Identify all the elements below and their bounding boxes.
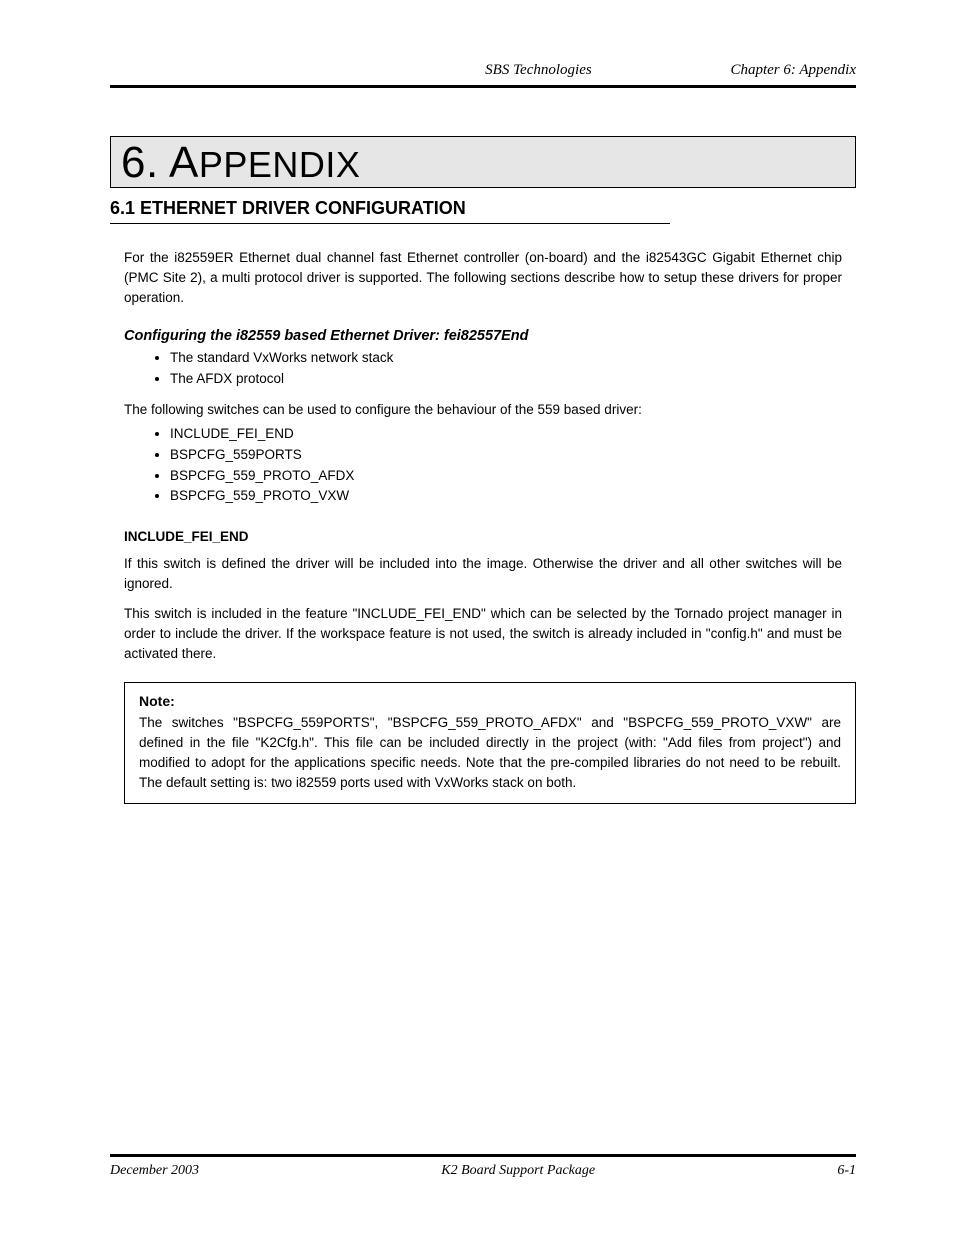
chapter-title-rest: PPENDIX [199, 144, 361, 185]
list-item: The standard VxWorks network stack [170, 348, 842, 369]
note-title: Note: [139, 693, 841, 709]
chapter-bar: 6. APPENDIX [110, 136, 856, 188]
bullets-intro: The following switches can be used to co… [124, 400, 842, 420]
section-intro: For the i82559ER Ethernet dual channel f… [124, 248, 842, 308]
list-item: BSPCFG_559_PROTO_AFDX [170, 466, 842, 487]
list-item: The AFDX protocol [170, 369, 842, 390]
note-body: The switches "BSPCFG_559PORTS", "BSPCFG_… [139, 713, 841, 793]
chapter-title: 6. APPENDIX [121, 141, 845, 185]
section-heading: 6.1 ETHERNET DRIVER CONFIGURATION [110, 198, 670, 224]
switch-name: INCLUDE_FEI_END [124, 529, 856, 544]
footer-right: 6-1 [837, 1163, 856, 1179]
header-product: SBS Technologies [485, 62, 592, 78]
footer-rule [110, 1154, 856, 1157]
header-chapter: Chapter 6: Appendix [730, 62, 856, 78]
page-footer: December 2003 K2 Board Support Package 6… [110, 1154, 856, 1179]
list-item: BSPCFG_559_PROTO_VXW [170, 486, 842, 507]
footer-left: December 2003 [110, 1163, 199, 1179]
switch-body-2: This switch is included in the feature "… [124, 604, 842, 664]
subsection-heading: Configuring the i82559 based Ethernet Dr… [124, 328, 856, 344]
list-item: INCLUDE_FEI_END [170, 424, 842, 445]
chapter-title-first: A [169, 138, 199, 187]
top-rule [110, 85, 856, 88]
bullet-list-switches: INCLUDE_FEI_END BSPCFG_559PORTS BSPCFG_5… [170, 424, 842, 508]
bullet-list-protocols: The standard VxWorks network stack The A… [170, 348, 842, 390]
note-box: Note: The switches "BSPCFG_559PORTS", "B… [124, 682, 856, 804]
footer-center: K2 Board Support Package [441, 1163, 595, 1179]
chapter-number: 6. [121, 138, 159, 187]
switch-body: If this switch is defined the driver wil… [124, 554, 842, 594]
list-item: BSPCFG_559PORTS [170, 445, 842, 466]
